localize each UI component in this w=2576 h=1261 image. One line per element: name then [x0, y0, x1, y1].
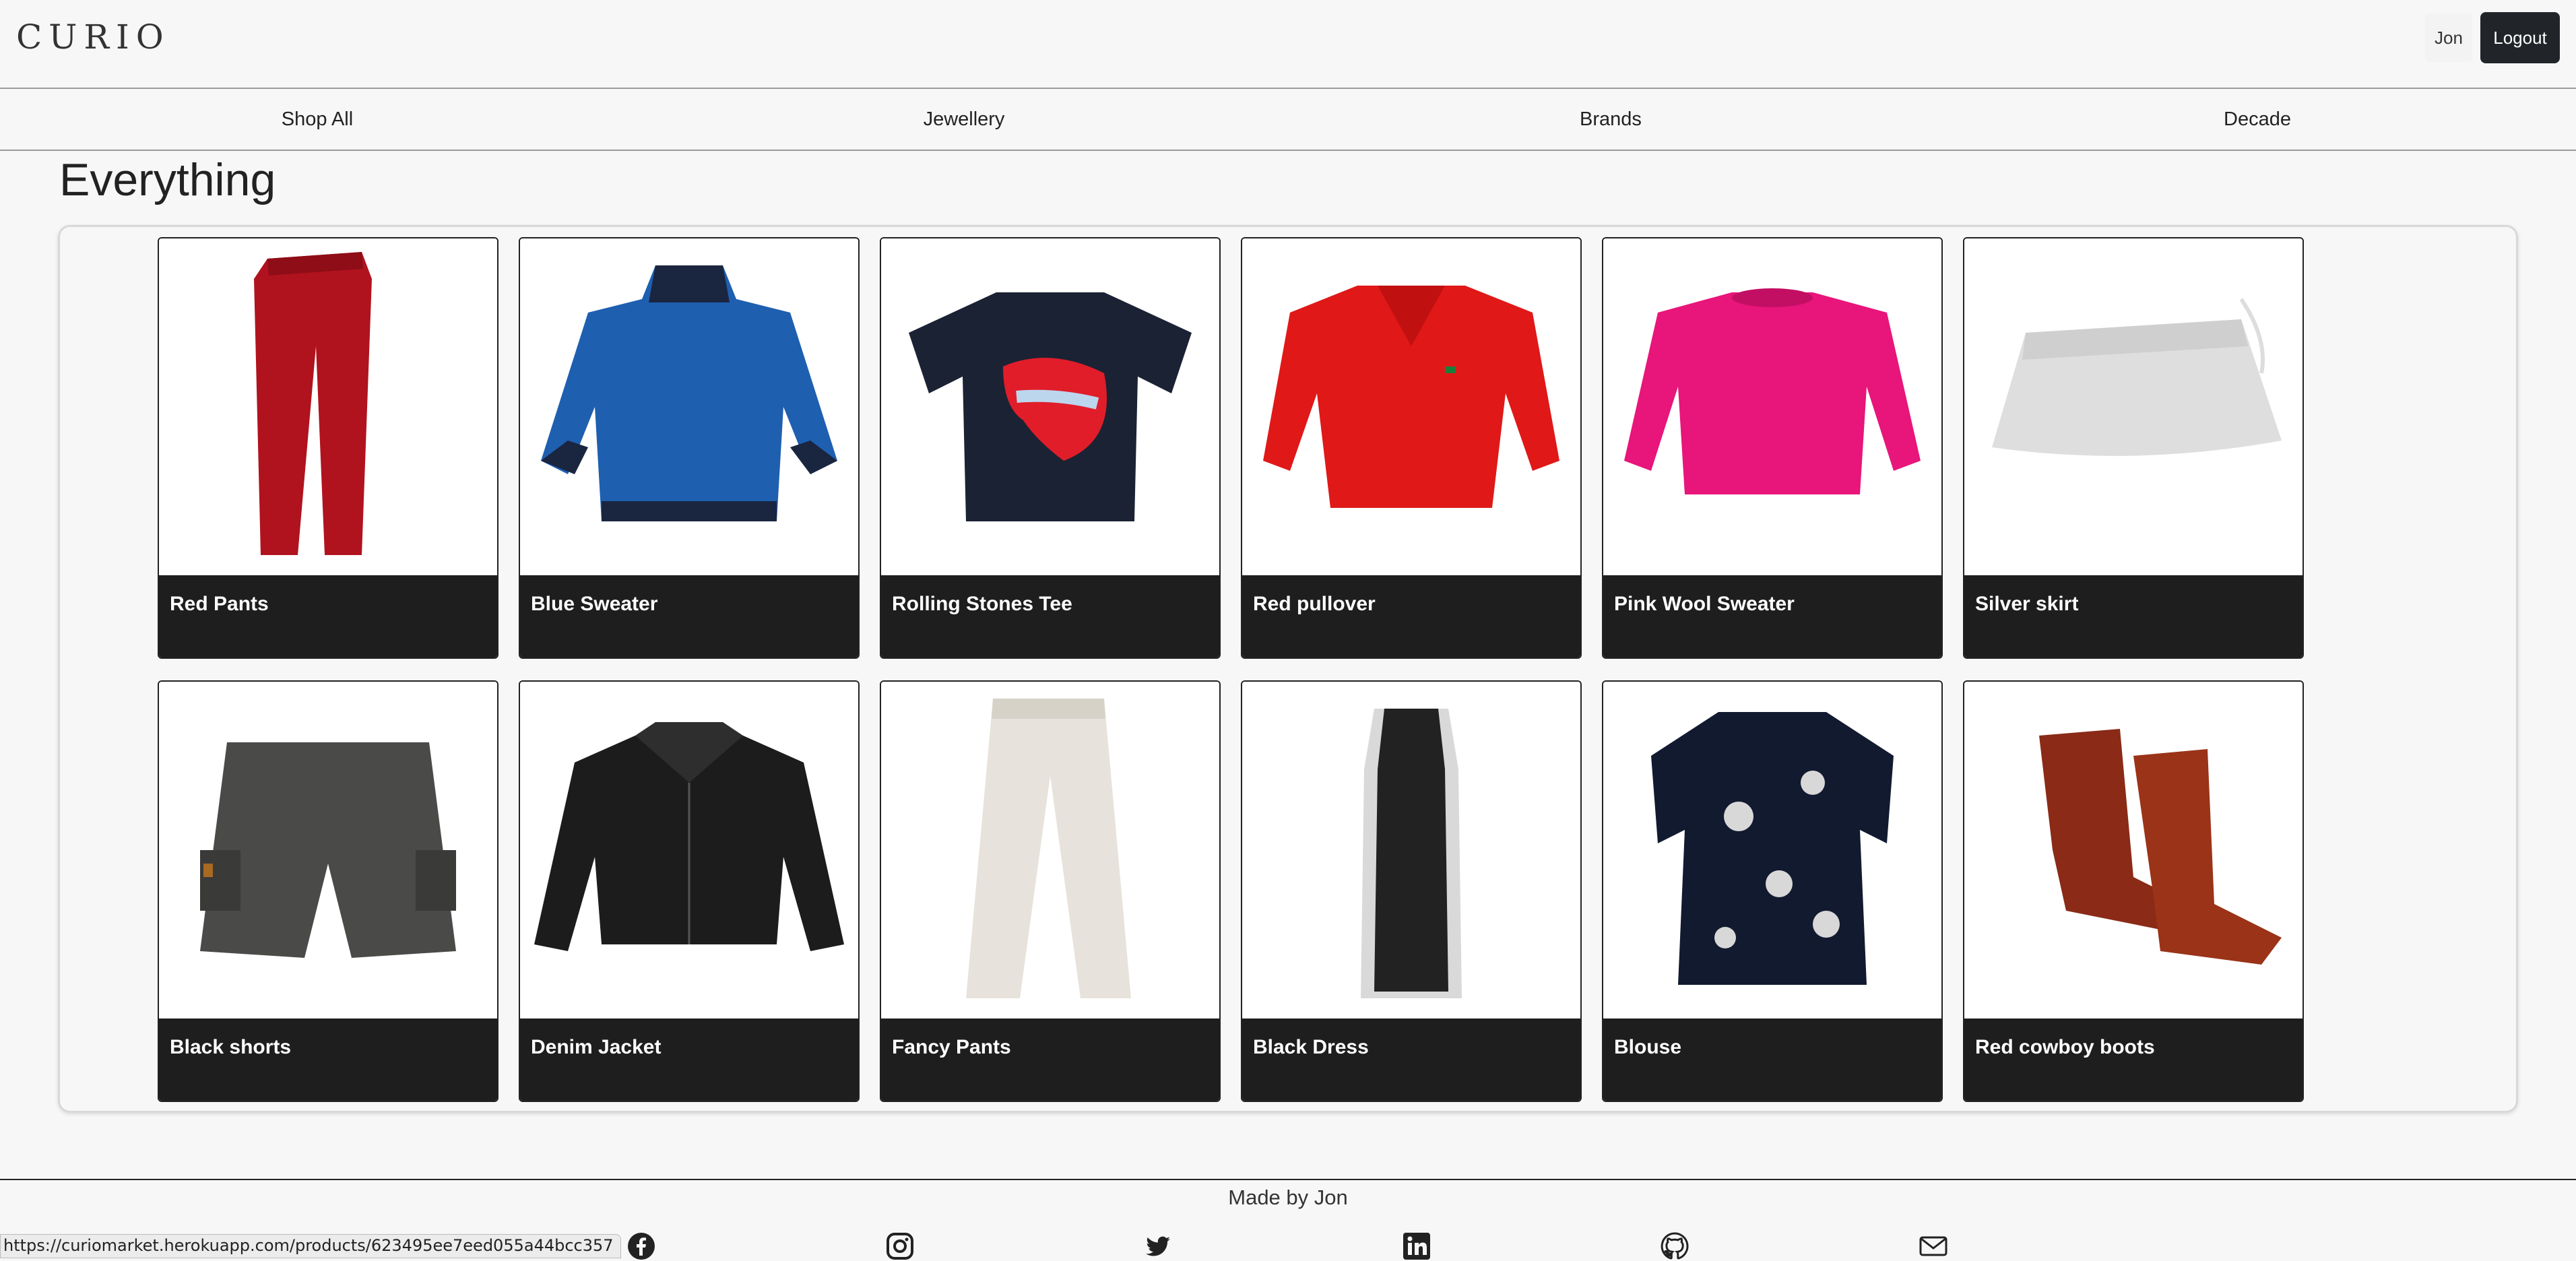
facebook-icon[interactable] — [626, 1231, 656, 1261]
red-pants-image — [254, 252, 372, 555]
product-image[interactable] — [1964, 682, 2303, 1019]
nav-item-jewellery[interactable]: Jewellery — [829, 89, 1099, 150]
product-card[interactable]: Blue Sweater — [519, 237, 860, 659]
product-image[interactable] — [520, 238, 858, 575]
product-card[interactable]: Black Dress — [1241, 680, 1582, 1102]
product-card[interactable]: Red pullover — [1241, 237, 1582, 659]
product-card[interactable]: Black shorts — [158, 680, 498, 1102]
product-image[interactable] — [159, 238, 497, 575]
product-name[interactable]: Blue Sweater — [520, 575, 858, 657]
blue-sweater-image — [541, 265, 837, 521]
nav-item-brands[interactable]: Brands — [1476, 89, 1745, 150]
site-header: CURIO Jon Logout — [0, 0, 2576, 89]
product-image[interactable] — [1964, 238, 2303, 575]
instagram-icon[interactable] — [885, 1231, 915, 1261]
product-name[interactable]: Black Dress — [1242, 1019, 1580, 1101]
product-name[interactable]: Red pullover — [1242, 575, 1580, 657]
page-title: Everything — [59, 154, 276, 205]
product-name[interactable]: Silver skirt — [1964, 575, 2303, 657]
product-name[interactable]: Pink Wool Sweater — [1603, 575, 1941, 657]
product-image[interactable] — [881, 682, 1219, 1019]
product-name[interactable]: Blouse — [1603, 1019, 1941, 1101]
product-image[interactable] — [1603, 682, 1941, 1019]
product-image[interactable] — [159, 682, 497, 1019]
silver-skirt-image — [1992, 298, 2282, 456]
product-card[interactable]: Blouse — [1602, 680, 1943, 1102]
mail-icon[interactable] — [1919, 1231, 1948, 1261]
product-image[interactable] — [1242, 682, 1580, 1019]
logout-button[interactable]: Logout — [2480, 12, 2560, 63]
product-name[interactable]: Denim Jacket — [520, 1019, 858, 1101]
product-card[interactable]: Red cowboy boots — [1963, 680, 2304, 1102]
product-name[interactable]: Red Pants — [159, 575, 497, 657]
site-logo[interactable]: CURIO — [16, 18, 170, 57]
product-image[interactable] — [1603, 238, 1941, 575]
product-name[interactable]: Black shorts — [159, 1019, 497, 1101]
github-icon[interactable] — [1660, 1231, 1689, 1261]
product-image[interactable] — [1242, 238, 1580, 575]
product-card[interactable]: Red Pants — [158, 237, 498, 659]
black-shorts-image — [200, 742, 456, 958]
rolling-stones-tee-image — [909, 292, 1192, 521]
product-name[interactable]: Red cowboy boots — [1964, 1019, 2303, 1101]
fancy-pants-image — [966, 699, 1131, 998]
linkedin-icon[interactable] — [1402, 1231, 1431, 1261]
product-card[interactable]: Rolling Stones Tee — [880, 237, 1221, 659]
product-name[interactable]: Rolling Stones Tee — [881, 575, 1219, 657]
product-card[interactable]: Silver skirt — [1963, 237, 2304, 659]
blouse-image — [1651, 712, 1894, 985]
product-grid: Red Pants Blue Sweater Rolling Stones Tee R… — [58, 225, 2518, 1113]
black-dress-image — [1361, 709, 1462, 998]
nav-item-decade[interactable]: Decade — [2123, 89, 2392, 150]
user-button[interactable]: Jon — [2425, 13, 2472, 62]
product-card[interactable]: Fancy Pants — [880, 680, 1221, 1102]
main-nav: Shop All Jewellery Brands Decade — [0, 89, 2576, 151]
red-cowboy-boots-image — [2039, 729, 2282, 965]
product-image[interactable] — [520, 682, 858, 1019]
product-card[interactable]: Denim Jacket — [519, 680, 860, 1102]
red-pullover-image — [1263, 286, 1559, 508]
twitter-icon[interactable] — [1143, 1231, 1173, 1261]
footer-credit: Made by Jon — [1228, 1186, 1348, 1209]
product-card[interactable]: Pink Wool Sweater — [1602, 237, 1943, 659]
product-name[interactable]: Fancy Pants — [881, 1019, 1219, 1101]
pink-wool-sweater-image — [1624, 288, 1921, 494]
denim-jacket-image — [534, 722, 844, 951]
nav-item-shop-all[interactable]: Shop All — [183, 89, 452, 150]
status-bar-url: https://curiomarket.herokuapp.com/produc… — [0, 1234, 621, 1258]
product-image[interactable] — [881, 238, 1219, 575]
